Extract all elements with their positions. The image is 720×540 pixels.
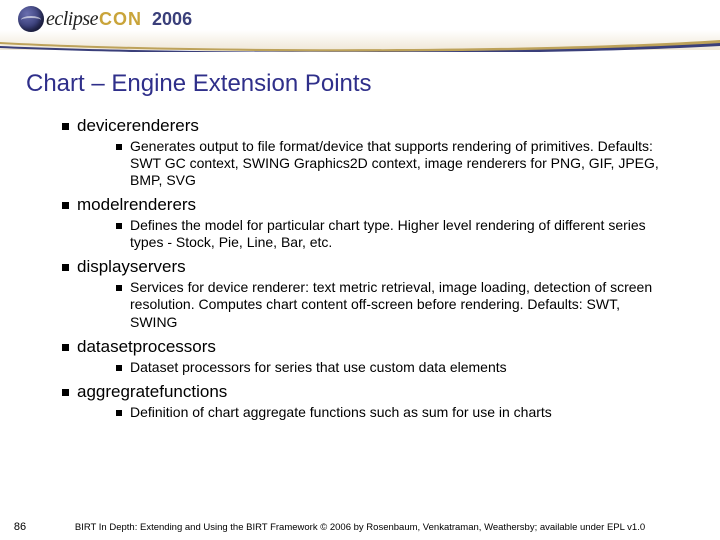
topic-desc-item: Definition of chart aggregate functions … [116,404,694,421]
topic-desc: Generates output to file format/device t… [130,138,670,189]
topic-desc-item: Services for device renderer: text metri… [116,279,694,330]
square-bullet-icon [116,144,122,150]
footer: 86 BIRT In Depth: Extending and Using th… [0,514,720,540]
square-bullet-icon [62,123,69,130]
topic-name: aggregratefunctions [77,382,227,402]
topic-name: displayservers [77,257,186,277]
square-bullet-icon [116,223,122,229]
logo-text-year: 2006 [152,9,192,30]
topic-item: aggregratefunctions Definition of chart … [62,382,694,421]
square-bullet-icon [116,285,122,291]
topic-desc: Dataset processors for series that use c… [130,359,507,376]
square-bullet-icon [62,202,69,209]
logo-text-con: CON [99,9,142,30]
topic-desc: Services for device renderer: text metri… [130,279,670,330]
topic-list: devicerenderers Generates output to file… [62,116,694,421]
logo-text-eclipse: eclipse [46,8,98,31]
square-bullet-icon [116,365,122,371]
topic-desc-item: Dataset processors for series that use c… [116,359,694,376]
square-bullet-icon [62,264,69,271]
topic-desc: Defines the model for particular chart t… [130,217,670,251]
topic-desc-item: Defines the model for particular chart t… [116,217,694,251]
topic-name: modelrenderers [77,195,196,215]
slide-content: Chart – Engine Extension Points devicere… [0,62,720,512]
square-bullet-icon [116,410,122,416]
header-swoosh [0,40,720,52]
topic-name: datasetprocessors [77,337,216,357]
footer-text: BIRT In Depth: Extending and Using the B… [40,522,720,533]
topic-name: devicerenderers [77,116,199,136]
eclipse-globe-icon [18,6,44,32]
topic-item: devicerenderers Generates output to file… [62,116,694,189]
topic-item: modelrenderers Defines the model for par… [62,195,694,251]
conference-logo: eclipse CON 2006 [18,6,192,32]
topic-desc: Definition of chart aggregate functions … [130,404,552,421]
topic-item: displayservers Services for device rende… [62,257,694,330]
topic-item: datasetprocessors Dataset processors for… [62,337,694,376]
slide-title: Chart – Engine Extension Points [26,70,694,98]
page-number: 86 [0,521,40,533]
topic-desc-item: Generates output to file format/device t… [116,138,694,189]
square-bullet-icon [62,344,69,351]
square-bullet-icon [62,389,69,396]
